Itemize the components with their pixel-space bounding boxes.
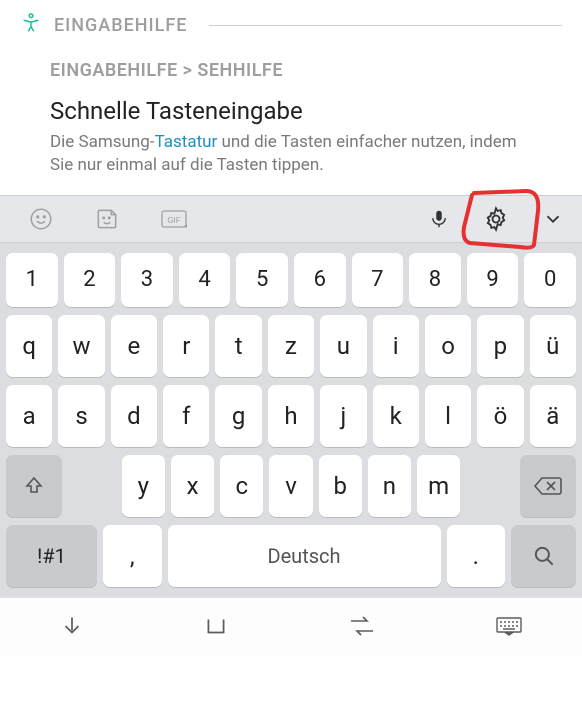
key-0[interactable]: 0 <box>524 253 576 307</box>
nav-recent-icon[interactable] <box>203 613 229 639</box>
svg-text:GIF: GIF <box>167 216 180 225</box>
key-f[interactable]: f <box>163 385 209 447</box>
period-key[interactable]: . <box>447 525 506 587</box>
key-y[interactable]: y <box>122 455 165 517</box>
key-row-3: a s d f g h j k l ö ä <box>6 385 576 447</box>
key-m[interactable]: m <box>417 455 460 517</box>
key-2[interactable]: 2 <box>64 253 116 307</box>
key-w[interactable]: w <box>58 315 104 377</box>
header: EINGABEHILFE <box>0 0 582 46</box>
key-l[interactable]: l <box>425 385 471 447</box>
key-9[interactable]: 9 <box>467 253 519 307</box>
chevron-down-icon[interactable] <box>542 208 564 230</box>
shift-key[interactable] <box>6 455 62 517</box>
key-r[interactable]: r <box>163 315 209 377</box>
key-4[interactable]: 4 <box>179 253 231 307</box>
navbar <box>0 597 582 655</box>
key-row-2: q w e r t z u i o p ü <box>6 315 576 377</box>
key-g[interactable]: g <box>215 385 261 447</box>
key-8[interactable]: 8 <box>409 253 461 307</box>
key-1[interactable]: 1 <box>6 253 58 307</box>
accessibility-icon <box>20 12 42 38</box>
key-d[interactable]: d <box>111 385 157 447</box>
sticker-icon[interactable] <box>94 206 120 232</box>
content-title: Schnelle Tasteneingabe <box>50 97 532 125</box>
nav-hide-keyboard-icon[interactable] <box>59 613 85 639</box>
key-5[interactable]: 5 <box>236 253 288 307</box>
content: Schnelle Tasteneingabe Die Samsung-Tasta… <box>0 91 582 195</box>
emoji-icon[interactable] <box>28 206 54 232</box>
key-i[interactable]: i <box>373 315 419 377</box>
header-title: EINGABEHILFE <box>54 15 187 36</box>
key-x[interactable]: x <box>171 455 214 517</box>
key-t[interactable]: t <box>215 315 261 377</box>
nav-switch-icon[interactable] <box>347 615 377 637</box>
tastatur-link[interactable]: Tastatur <box>155 132 218 152</box>
gif-icon[interactable]: GIF <box>160 206 190 232</box>
content-description: Die Samsung-Tastatur und die Tasten einf… <box>50 131 532 177</box>
screen: EINGABEHILFE EINGABEHILFE > SEHHILFE Sch… <box>0 0 582 707</box>
breadcrumb: EINGABEHILFE > SEHHILFE <box>0 46 582 91</box>
key-j[interactable]: j <box>320 385 366 447</box>
key-ae[interactable]: ä <box>530 385 576 447</box>
key-n[interactable]: n <box>368 455 411 517</box>
keyboard-toolbar: GIF <box>0 195 582 243</box>
key-o[interactable]: o <box>425 315 471 377</box>
key-v[interactable]: v <box>269 455 312 517</box>
key-s[interactable]: s <box>58 385 104 447</box>
key-b[interactable]: b <box>319 455 362 517</box>
key-c[interactable]: c <box>220 455 263 517</box>
settings-icon[interactable] <box>482 205 510 233</box>
key-row-1: 1 2 3 4 5 6 7 8 9 0 <box>6 253 576 307</box>
key-a[interactable]: a <box>6 385 52 447</box>
key-h[interactable]: h <box>268 385 314 447</box>
key-row-4: y x c v b n m <box>6 455 576 517</box>
key-e[interactable]: e <box>111 315 157 377</box>
backspace-key[interactable] <box>520 455 576 517</box>
key-6[interactable]: 6 <box>294 253 346 307</box>
key-ue[interactable]: ü <box>530 315 576 377</box>
symbols-key[interactable]: !#1 <box>6 525 97 587</box>
key-oe[interactable]: ö <box>477 385 523 447</box>
key-z[interactable]: z <box>268 315 314 377</box>
desc-text: Die Samsung- <box>50 132 155 152</box>
mic-icon[interactable] <box>428 205 450 233</box>
comma-key[interactable]: , <box>103 525 162 587</box>
key-3[interactable]: 3 <box>121 253 173 307</box>
key-row-5: !#1 , Deutsch . <box>6 525 576 587</box>
space-key[interactable]: Deutsch <box>168 525 441 587</box>
key-u[interactable]: u <box>320 315 366 377</box>
search-key[interactable] <box>511 525 576 587</box>
key-p[interactable]: p <box>477 315 523 377</box>
nav-keyboard-icon[interactable] <box>495 615 523 637</box>
key-q[interactable]: q <box>6 315 52 377</box>
key-k[interactable]: k <box>373 385 419 447</box>
divider <box>209 25 562 26</box>
key-7[interactable]: 7 <box>352 253 404 307</box>
keyboard: 1 2 3 4 5 6 7 8 9 0 q w e r t z u i o p … <box>0 243 582 597</box>
